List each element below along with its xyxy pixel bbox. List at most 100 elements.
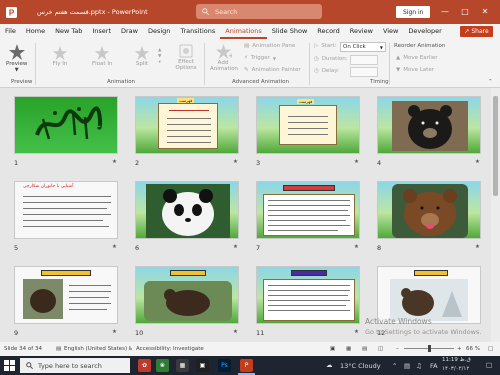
slide-number: 9: [14, 329, 19, 337]
powerpoint-taskbar-icon[interactable]: P: [240, 359, 253, 372]
effect-options-button[interactable]: Effect Options: [173, 43, 199, 71]
gallery-scroll[interactable]: ▲ ▼ ▾: [158, 48, 161, 65]
advanced-group-label: Advanced Animation: [232, 79, 289, 85]
minimize-icon[interactable]: —: [438, 4, 452, 18]
effect-options-icon: [179, 44, 193, 58]
tab-new-tab[interactable]: New Tab: [50, 24, 87, 39]
slide-number: 8: [377, 244, 382, 252]
photoshop-icon[interactable]: Ps: [218, 359, 231, 372]
tab-file[interactable]: File: [0, 24, 21, 39]
animation-star-icon: ★: [354, 244, 359, 250]
scrollbar-thumb[interactable]: [493, 96, 498, 196]
animation-pane-button[interactable]: ▤ Animation Pane: [244, 43, 295, 49]
animation-painter-label: Animation Painter: [251, 67, 301, 73]
tab-developer[interactable]: Developer: [403, 24, 446, 39]
slide-thumbnail-10[interactable]: [135, 266, 239, 324]
slide-number: 1: [14, 159, 19, 167]
delay-icon: ◷: [314, 68, 319, 74]
network-icon[interactable]: ▤: [404, 362, 410, 370]
taskbar-search[interactable]: Type here to search: [20, 358, 130, 373]
delay-row: ◷ Delay:: [314, 68, 339, 74]
tab-design[interactable]: Design: [143, 24, 175, 39]
preview-button[interactable]: Preview ▼: [6, 43, 27, 73]
weather-status[interactable]: 13°C Cloudy: [340, 362, 381, 370]
slide-thumbnail-7[interactable]: [256, 181, 360, 239]
timing-group-label: Timing: [370, 79, 389, 85]
accessibility-status[interactable]: Accessibility: Investigate: [136, 346, 204, 352]
start-label: Start:: [321, 43, 337, 49]
collapse-ribbon-icon[interactable]: ⌃: [488, 79, 493, 85]
slide-thumbnail-12[interactable]: [377, 266, 481, 324]
close-icon[interactable]: ✕: [478, 4, 492, 18]
reorder-animation-label: Reorder Animation: [394, 43, 446, 49]
slide-number: 7: [256, 244, 261, 252]
duration-field[interactable]: [350, 55, 378, 65]
tab-review[interactable]: Review: [345, 24, 378, 39]
split-star-icon: [134, 45, 150, 61]
slide-thumbnail-1[interactable]: [14, 96, 118, 154]
slideshow-icon[interactable]: ◫: [378, 346, 383, 352]
slide-thumbnail-8[interactable]: [377, 181, 481, 239]
widgets-icon[interactable]: ❀: [156, 359, 169, 372]
tab-home[interactable]: Home: [21, 24, 50, 39]
app-icon[interactable]: ▣: [196, 359, 209, 372]
tab-slide-show[interactable]: Slide Show: [267, 24, 312, 39]
effect-label: Fly In: [52, 61, 68, 67]
slide-counter: Slide 34 of 34: [4, 346, 42, 352]
animation-painter-button[interactable]: ✎ Animation Painter: [244, 67, 301, 73]
activate-windows-title: Activate Windows: [365, 317, 432, 326]
start-value: On Click: [343, 44, 366, 50]
normal-view-icon[interactable]: ▣: [330, 346, 335, 352]
start-select[interactable]: On Click ▼: [340, 42, 386, 52]
tab-record[interactable]: Record: [312, 24, 344, 39]
search-box[interactable]: Search: [196, 4, 322, 19]
fit-to-window-icon[interactable]: □: [488, 346, 493, 352]
slide-sorter-icon[interactable]: ▦: [346, 346, 351, 352]
slide-thumbnail-4[interactable]: [377, 96, 481, 154]
trigger-button[interactable]: ⚡ Trigger ▼: [244, 55, 276, 61]
slide-heading: فهرست: [177, 98, 195, 103]
move-later-button[interactable]: ▼ Move Later: [396, 67, 434, 73]
windows-start-icon[interactable]: [4, 360, 15, 373]
maximize-icon[interactable]: □: [458, 4, 472, 18]
spelling-icon[interactable]: ▤: [56, 346, 61, 352]
slide-thumbnail-5[interactable]: آشنایی با جانوران شکارچی: [14, 181, 118, 239]
slide-thumbnail-6[interactable]: [135, 181, 239, 239]
zoom-out-icon[interactable]: –: [396, 346, 399, 352]
tab-animations[interactable]: Animations: [220, 24, 267, 39]
sign-in-button[interactable]: Sign in: [396, 6, 431, 18]
slide-thumbnail-3[interactable]: فهرست: [256, 96, 360, 154]
clock-date[interactable]: ۱۴۰۳/۰۲/۱۲: [442, 366, 469, 372]
tab-view[interactable]: View: [378, 24, 403, 39]
effect-float-in[interactable]: Float In: [92, 45, 112, 67]
notifications-icon[interactable]: □: [486, 361, 492, 369]
animation-group-label: Animation: [107, 79, 136, 85]
slide-thumbnail-11[interactable]: [256, 266, 360, 324]
zoom-slider-thumb[interactable]: [428, 345, 431, 352]
flowers-app-icon[interactable]: ✿: [138, 359, 151, 372]
zoom-level[interactable]: 66 %: [466, 346, 480, 352]
tab-transitions[interactable]: Transitions: [175, 24, 220, 39]
group-divider: [309, 43, 310, 85]
slide-thumbnail-2[interactable]: فهرست: [135, 96, 239, 154]
delay-field[interactable]: [350, 67, 378, 77]
input-language[interactable]: FA: [430, 362, 438, 370]
volume-icon[interactable]: ♫: [416, 362, 422, 370]
tray-up-icon[interactable]: ⌃: [392, 362, 397, 370]
add-animation-button[interactable]: + Add Animation: [210, 43, 238, 72]
share-button[interactable]: ↗ Share: [460, 26, 493, 37]
clock-time[interactable]: 11:19 ق.ظ: [442, 357, 471, 363]
move-earlier-button[interactable]: ▲ Move Earlier: [396, 55, 438, 61]
slide-thumbnail-9[interactable]: [14, 266, 118, 324]
zoom-in-icon[interactable]: +: [457, 346, 462, 352]
effect-options-label: Effect Options: [175, 59, 197, 71]
effect-split[interactable]: Split: [134, 45, 150, 67]
tab-insert[interactable]: Insert: [87, 24, 116, 39]
tab-draw[interactable]: Draw: [116, 24, 143, 39]
reading-view-icon[interactable]: ▤: [362, 346, 367, 352]
file-explorer-icon[interactable]: ▦: [176, 359, 189, 372]
language-indicator[interactable]: English (United States): [64, 346, 127, 352]
animation-pane-label: Animation Pane: [252, 43, 296, 49]
effect-fly-in[interactable]: Fly In: [52, 45, 68, 67]
vertical-scrollbar[interactable]: [491, 88, 500, 342]
